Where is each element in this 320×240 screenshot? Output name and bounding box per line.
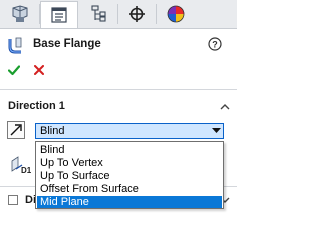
dropdown-option-mid-plane[interactable]: Mid Plane: [37, 196, 222, 208]
configuration-icon: [91, 4, 106, 22]
svg-text:?: ?: [212, 40, 218, 50]
tab-display-manager[interactable]: [157, 1, 195, 26]
end-condition-select[interactable]: Blind: [35, 123, 224, 139]
svg-text:D1: D1: [21, 166, 32, 175]
chevron-down-icon[interactable]: [209, 124, 223, 138]
dropdown-option-up-to-vertex[interactable]: Up To Vertex: [37, 157, 222, 169]
cancel-close-icon[interactable]: [34, 65, 44, 75]
tab-dimxpert-manager[interactable]: [118, 1, 156, 26]
property-list-icon: [51, 7, 67, 23]
tab-feature-manager[interactable]: [1, 1, 39, 26]
ok-check-icon[interactable]: [8, 64, 20, 76]
help-icon[interactable]: ?: [208, 37, 222, 51]
page-title: Base Flange: [33, 38, 101, 50]
direction2-checkbox[interactable]: [8, 195, 18, 205]
dropdown-option-up-to-surface[interactable]: Up To Surface: [37, 170, 222, 182]
section-divider: [0, 89, 237, 90]
dropdown-option-blind[interactable]: Blind: [37, 144, 222, 156]
tab-property-manager[interactable]: [40, 1, 78, 28]
direction1-title: Direction 1: [8, 100, 65, 112]
reverse-direction-icon: [10, 124, 22, 136]
manager-tab-strip: [0, 0, 237, 29]
crosshair-icon: [129, 5, 145, 22]
feature-tree-icon: [12, 4, 28, 22]
depth-d1-icon: D1: [11, 156, 32, 175]
base-flange-icon: [8, 37, 22, 54]
end-condition-value: Blind: [40, 125, 65, 137]
tab-configuration-manager[interactable]: [79, 1, 117, 26]
chevron-up-icon[interactable]: [220, 103, 230, 110]
reverse-direction-button[interactable]: [7, 121, 25, 139]
appearance-pie-icon: [167, 5, 185, 22]
end-condition-dropdown-list: Blind Up To Vertex Up To Surface Offset …: [35, 141, 224, 209]
dropdown-option-offset-from-surface[interactable]: Offset From Surface: [37, 183, 222, 195]
property-manager-panel: Base Flange ? Direction 1 Blind D1 Di Bl…: [0, 0, 237, 223]
